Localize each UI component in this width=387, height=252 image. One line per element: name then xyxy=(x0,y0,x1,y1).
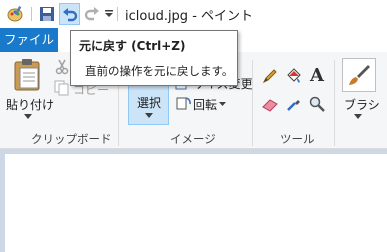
select-dropdown-icon xyxy=(145,113,153,118)
select-label: 選択 xyxy=(137,96,162,110)
rotate-icon[interactable] xyxy=(175,95,191,111)
rotate-label[interactable]: 回転 xyxy=(193,96,217,113)
fill-icon[interactable] xyxy=(285,67,303,85)
copy-icon[interactable] xyxy=(54,80,70,96)
title-separator-2 xyxy=(117,7,118,21)
paste-label[interactable]: 貼り付け xyxy=(6,96,54,113)
title-separator-1 xyxy=(31,7,32,21)
title-bar: icloud.jpg - ペイント xyxy=(0,0,387,28)
image-group-label: イメージ xyxy=(170,132,216,146)
select-button[interactable]: 選択 xyxy=(128,84,169,125)
tab-file[interactable]: ファイル xyxy=(0,28,58,52)
tools-group-label: ツール xyxy=(280,132,315,146)
color-picker-icon[interactable] xyxy=(286,96,302,112)
brushes-dropdown-icon[interactable] xyxy=(354,114,362,120)
tooltip-description: 直前の操作を元に戻します。 xyxy=(85,64,234,78)
save-icon[interactable] xyxy=(39,6,55,22)
brush-icon xyxy=(349,65,370,85)
eraser-icon[interactable] xyxy=(262,98,278,112)
customize-dropdown-icon[interactable] xyxy=(104,9,114,19)
cut-icon[interactable] xyxy=(55,59,69,75)
text-icon[interactable]: A xyxy=(310,65,324,86)
clipboard-group-label: クリップボード xyxy=(31,132,112,146)
undo-button[interactable] xyxy=(59,3,80,25)
brushes-icon-frame[interactable] xyxy=(342,58,376,92)
tooltip-title: 元に戻す (Ctrl+Z) xyxy=(79,39,186,53)
magnifier-icon[interactable] xyxy=(309,96,325,112)
brushes-label[interactable]: ブラシ xyxy=(344,96,380,113)
drawing-canvas[interactable] xyxy=(5,154,387,252)
group-separator-2 xyxy=(252,60,253,146)
canvas-area xyxy=(0,149,387,252)
paint-app-icon[interactable] xyxy=(6,5,24,23)
undo-tooltip: 元に戻す (Ctrl+Z) 直前の操作を元に戻します。 xyxy=(70,30,238,86)
redo-icon[interactable] xyxy=(84,5,100,21)
undo-icon xyxy=(63,8,78,22)
rotate-dropdown-icon[interactable] xyxy=(219,102,226,107)
paste-icon[interactable] xyxy=(12,58,44,92)
window-title: icloud.jpg - ペイント xyxy=(125,9,254,24)
pencil-icon[interactable] xyxy=(262,68,278,84)
paste-dropdown-icon[interactable] xyxy=(24,114,32,120)
group-separator-3 xyxy=(334,60,335,146)
